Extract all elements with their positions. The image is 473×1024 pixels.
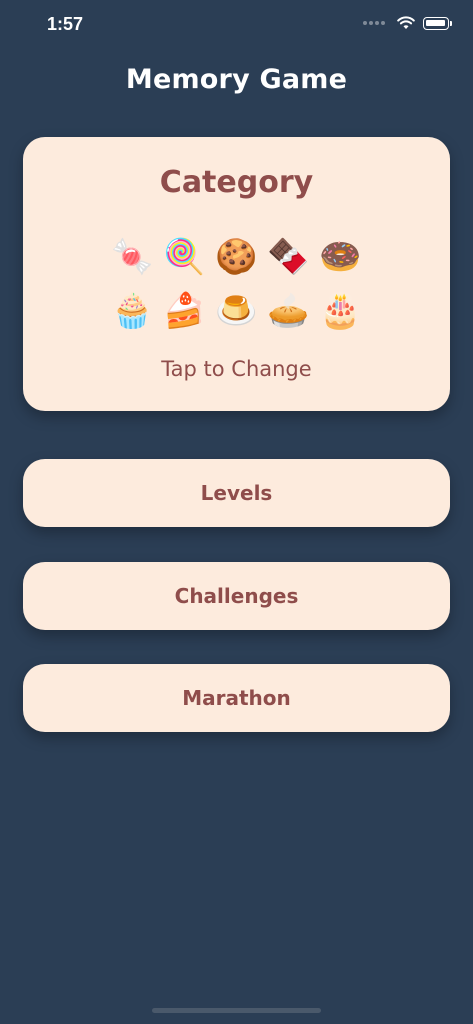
candy-icon: 🍬	[111, 237, 154, 277]
emoji-row-2: 🧁 🍰 🍮 🥧 🎂	[0, 290, 473, 332]
doughnut-icon: 🍩	[319, 237, 362, 277]
home-indicator[interactable]	[152, 1008, 321, 1013]
category-title: Category	[159, 165, 314, 200]
birthday-cake-icon: 🎂	[319, 291, 362, 331]
status-bar: 1:57	[0, 0, 473, 52]
levels-button[interactable]: Levels	[23, 459, 450, 527]
status-icons	[363, 16, 452, 30]
tap-to-change-label: Tap to Change	[161, 357, 312, 381]
lollipop-icon: 🍭	[163, 237, 206, 277]
emoji-row-1: 🍬 🍭 🍪 🍫 🍩	[0, 236, 473, 278]
cupcake-icon: 🧁	[111, 291, 154, 331]
signal-icon	[363, 21, 385, 25]
marathon-button[interactable]: Marathon	[23, 664, 450, 732]
challenges-button[interactable]: Challenges	[23, 562, 450, 630]
page-title: Memory Game	[125, 64, 348, 95]
wifi-icon	[397, 16, 415, 29]
status-time: 1:57	[47, 14, 84, 34]
pie-icon: 🥧	[267, 291, 310, 331]
custard-icon: 🍮	[215, 291, 258, 331]
cookie-icon: 🍪	[215, 237, 258, 277]
battery-icon	[423, 16, 452, 30]
cake-slice-icon: 🍰	[163, 291, 206, 331]
chocolate-bar-icon: 🍫	[267, 237, 310, 277]
